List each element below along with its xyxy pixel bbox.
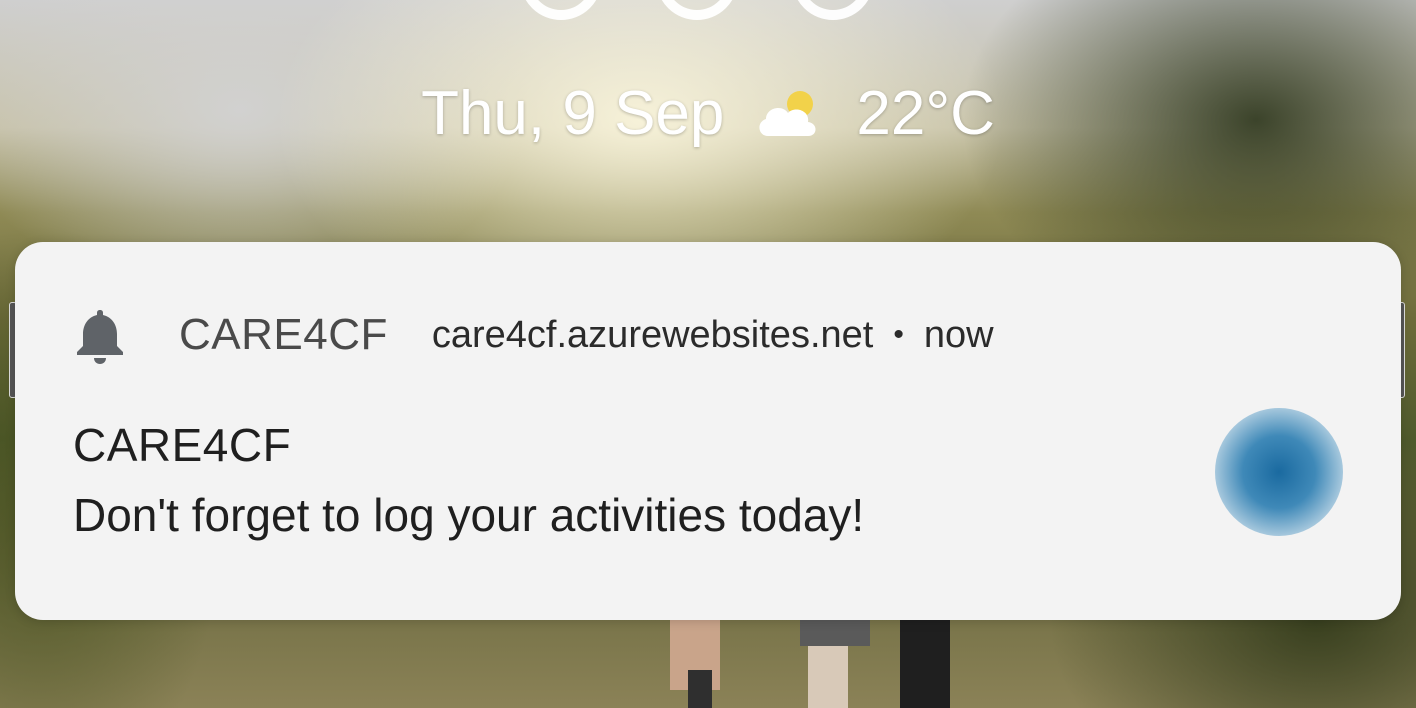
lockscreen-status-line: Thu, 9 Sep 22°C [0, 78, 1416, 149]
notification-header: CARE4CF care4cf.azurewebsites.net • now [73, 300, 994, 370]
hiker-shoe-left [688, 670, 712, 708]
bell-icon [77, 310, 123, 364]
hiker-legs-right [900, 620, 950, 708]
clock-digit-fragment [656, 0, 738, 20]
clock-digit-fragment [792, 0, 874, 20]
notification-separator: • [893, 318, 904, 351]
clock-digit-fragment [520, 0, 602, 20]
notification-app-name: CARE4CF [179, 310, 388, 359]
notification-text: Don't forget to log your activities toda… [73, 489, 865, 541]
wallpaper-hikers [670, 620, 950, 708]
hiker-legs-middle [808, 646, 848, 708]
lockscreen-temperature: 22°C [856, 79, 995, 148]
notification-title: CARE4CF [73, 419, 292, 471]
notification-card[interactable]: CARE4CF care4cf.azurewebsites.net • now … [15, 242, 1401, 620]
blue-circle-app-icon [1215, 408, 1343, 536]
lockscreen-date: Thu, 9 Sep [421, 79, 725, 148]
partly-cloudy-icon [759, 90, 816, 136]
notification-time: now [923, 313, 994, 356]
notification-source: care4cf.azurewebsites.net [431, 313, 874, 356]
clock-digits-remnant [520, 0, 874, 20]
hiker-shorts [800, 620, 870, 646]
